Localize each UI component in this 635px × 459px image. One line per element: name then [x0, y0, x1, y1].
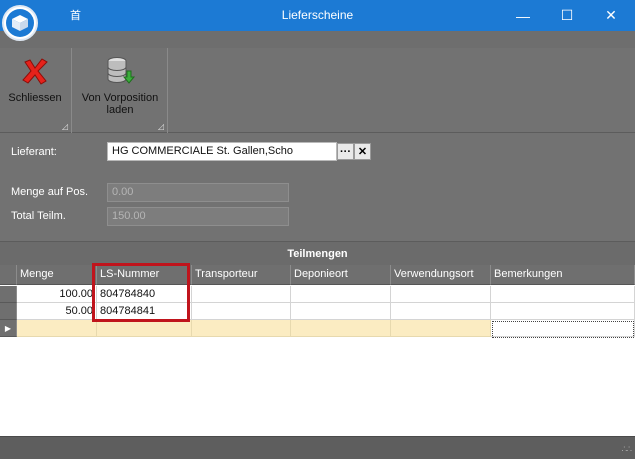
total-teilm-label: Total Teilm.	[11, 210, 66, 222]
ribbon: Schliessen ◿ Von Vorposition laden ◿	[0, 48, 635, 133]
ribbon-group-close: Schliessen ◿	[0, 48, 72, 133]
load-button-label-line2: laden	[106, 104, 134, 116]
load-button-label-line1: Von Vorposition	[81, 92, 159, 104]
minimize-button[interactable]: —	[501, 0, 545, 31]
group-options-icon[interactable]: ◿	[158, 122, 164, 131]
close-button-label: Schliessen	[8, 92, 62, 104]
row-indicator[interactable]	[0, 286, 17, 303]
cell-deponieort[interactable]	[291, 286, 391, 303]
column-header-bemerkungen[interactable]: Bemerkungen	[491, 265, 635, 285]
cell-bemerkungen[interactable]	[491, 286, 635, 303]
ribbon-group-load: Von Vorposition laden ◿	[72, 48, 168, 133]
row-indicator[interactable]	[0, 303, 17, 320]
focused-cell-outline	[492, 321, 634, 338]
menge-auf-pos-label: Menge auf Pos.	[11, 186, 89, 198]
close-button[interactable]: Schliessen	[6, 54, 64, 104]
lieferant-label: Lieferant:	[11, 146, 57, 158]
column-header-menge[interactable]: Menge	[17, 265, 97, 285]
group-options-icon[interactable]: ◿	[62, 122, 68, 131]
clear-supplier-button[interactable]: ✕	[354, 143, 371, 160]
ls-nummer-highlight-box	[92, 263, 190, 322]
new-row-indicator-icon[interactable]: ▶	[0, 320, 17, 337]
row-indicator-header	[0, 265, 17, 285]
ribbon-tab-strip	[0, 31, 635, 48]
column-header-verwendungsort[interactable]: Verwendungsort	[391, 265, 491, 285]
lieferant-field[interactable]: HG COMMERCIALE St. Gallen,Scho	[107, 142, 337, 161]
database-download-icon	[103, 54, 137, 88]
new-row-cell-menge[interactable]	[17, 320, 97, 337]
total-teilm-field: 150.00	[107, 207, 289, 226]
cell-menge[interactable]: 50.00	[17, 303, 97, 320]
cell-menge[interactable]: 100.00	[17, 286, 97, 303]
new-row-cell-ls-nummer[interactable]	[97, 320, 192, 337]
cell-verwendungsort[interactable]	[391, 286, 491, 303]
red-x-icon	[18, 54, 52, 88]
browse-supplier-button[interactable]: ···	[337, 143, 354, 160]
cell-verwendungsort[interactable]	[391, 303, 491, 320]
cell-bemerkungen[interactable]	[491, 303, 635, 320]
load-from-previous-position-button[interactable]: Von Vorposition laden	[78, 54, 162, 116]
cell-transporteur[interactable]	[192, 303, 291, 320]
column-header-transporteur[interactable]: Transporteur	[192, 265, 291, 285]
title-bar: ⾸ Lieferscheine — ☐ ✕	[0, 0, 635, 31]
app-logo-icon[interactable]	[2, 5, 38, 41]
cell-deponieort[interactable]	[291, 303, 391, 320]
new-row-cell-deponieort[interactable]	[291, 320, 391, 337]
new-row-cell-verwendungsort[interactable]	[391, 320, 491, 337]
menge-auf-pos-field: 0.00	[107, 183, 289, 202]
maximize-button[interactable]: ☐	[545, 0, 589, 31]
resize-grip-icon[interactable]: ∴∴	[622, 444, 633, 455]
column-header-deponieort[interactable]: Deponieort	[291, 265, 391, 285]
new-row-cell-transporteur[interactable]	[192, 320, 291, 337]
cell-transporteur[interactable]	[192, 286, 291, 303]
status-bar: ∴∴	[0, 436, 635, 459]
close-window-button[interactable]: ✕	[589, 0, 633, 31]
